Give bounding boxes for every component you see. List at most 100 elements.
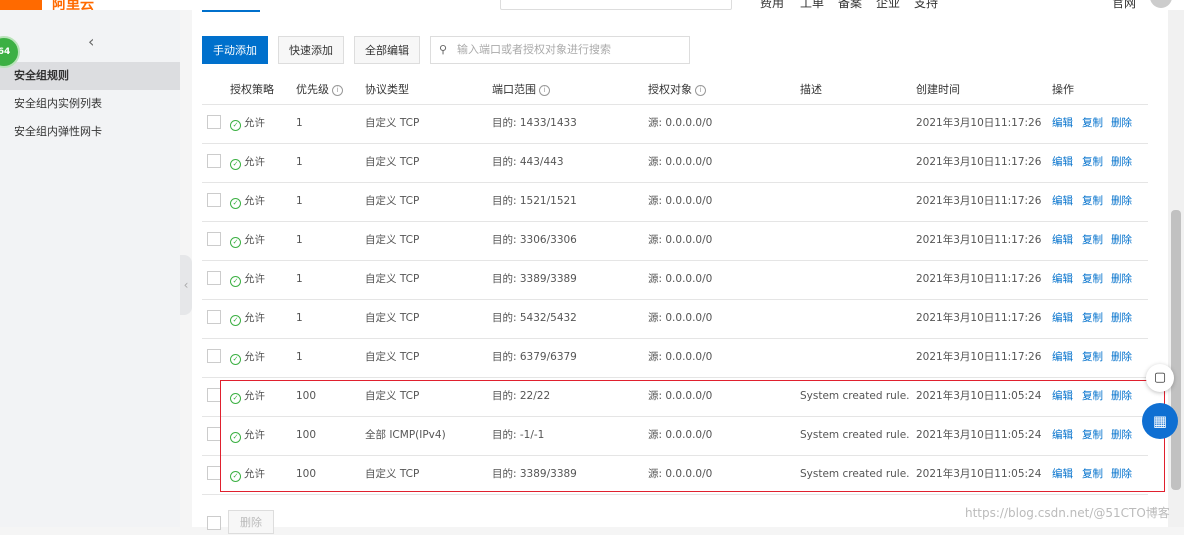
header-protocol: 协议类型 <box>365 83 409 96</box>
copy-link[interactable]: 复制 <box>1082 143 1103 182</box>
batch-delete-button[interactable]: 删除 <box>228 510 274 534</box>
header-auth-object: 授权对象 i <box>648 76 706 104</box>
info-icon[interactable]: i <box>539 85 550 96</box>
select-all-checkbox[interactable] <box>207 516 221 530</box>
copy-link[interactable]: 复制 <box>1082 338 1103 377</box>
sidebar-item-security-group-rules[interactable]: 安全组规则 <box>0 62 180 90</box>
nav-item[interactable]: 工单 <box>800 0 824 10</box>
sidebar-toggle-handle[interactable]: ‹ <box>180 255 192 315</box>
cell-port-range: 目的: -1/-1 <box>492 429 545 441</box>
cell-auth-object: 源: 0.0.0.0/0 <box>648 312 713 324</box>
cell-port-range: 目的: 443/443 <box>492 156 564 168</box>
search-placeholder: 输入端口或者授权对象进行搜索 <box>457 43 611 56</box>
delete-link[interactable]: 删除 <box>1111 221 1132 260</box>
cell-port-range: 目的: 22/22 <box>492 390 551 402</box>
table-row: ✓ 允许 1 自定义 TCP 目的: 443/443 源: 0.0.0.0/0 2021年3… <box>202 143 1148 183</box>
delete-link[interactable]: 删除 <box>1111 416 1132 455</box>
search-input[interactable]: ⚲ 输入端口或者授权对象进行搜索 <box>430 36 690 64</box>
row-checkbox[interactable] <box>207 427 221 441</box>
edit-link[interactable]: 编辑 <box>1052 260 1073 299</box>
policy-label: 允许 <box>244 351 265 363</box>
logo[interactable]: 阿里云 <box>52 0 94 10</box>
edit-link[interactable]: 编辑 <box>1052 338 1073 377</box>
info-icon[interactable]: i <box>695 85 706 96</box>
cell-policy: ✓ 允许 <box>230 338 265 377</box>
cell-port-range: 目的: 3306/3306 <box>492 234 577 246</box>
hamburger-icon[interactable] <box>0 0 42 10</box>
cell-priority: 1 <box>296 351 303 363</box>
cell-protocol: 自定义 TCP <box>365 195 420 207</box>
cell-policy: ✓ 允许 <box>230 260 265 299</box>
policy-label: 允许 <box>244 312 265 324</box>
check-circle-icon: ✓ <box>230 432 241 443</box>
sidebar-item-eni[interactable]: 安全组内弹性网卡 <box>0 118 180 146</box>
copy-link[interactable]: 复制 <box>1082 377 1103 416</box>
delete-link[interactable]: 删除 <box>1111 104 1132 143</box>
delete-link[interactable]: 删除 <box>1111 377 1132 416</box>
row-checkbox[interactable] <box>207 388 221 402</box>
avatar[interactable] <box>1150 0 1172 8</box>
global-search-input[interactable] <box>500 0 732 10</box>
edit-link[interactable]: 编辑 <box>1052 182 1073 221</box>
quick-add-button[interactable]: 快速添加 <box>278 36 344 64</box>
scrollbar-thumb[interactable] <box>1171 210 1181 490</box>
edit-link[interactable]: 编辑 <box>1052 377 1073 416</box>
scrollbar[interactable] <box>1168 10 1184 527</box>
cell-protocol: 自定义 TCP <box>365 312 420 324</box>
info-icon[interactable]: i <box>332 85 343 96</box>
edit-link[interactable]: 编辑 <box>1052 416 1073 455</box>
edit-link[interactable]: 编辑 <box>1052 455 1073 494</box>
edit-link[interactable]: 编辑 <box>1052 104 1073 143</box>
delete-link[interactable]: 删除 <box>1111 143 1132 182</box>
row-checkbox[interactable] <box>207 232 221 246</box>
nav-item[interactable]: 官网 <box>1112 0 1136 10</box>
copy-link[interactable]: 复制 <box>1082 416 1103 455</box>
cell-auth-object: 源: 0.0.0.0/0 <box>648 351 713 363</box>
cell-description: System created rule. <box>800 468 910 480</box>
nav-item[interactable]: 支持 <box>914 0 938 10</box>
edit-all-button[interactable]: 全部编辑 <box>354 36 420 64</box>
delete-link[interactable]: 删除 <box>1111 260 1132 299</box>
edit-link[interactable]: 编辑 <box>1052 221 1073 260</box>
apps-icon[interactable]: ▦ <box>1142 403 1178 439</box>
cell-priority: 100 <box>296 468 317 480</box>
header-priority-label: 优先级 <box>296 83 329 96</box>
row-checkbox[interactable] <box>207 193 221 207</box>
header-actions: 操作 <box>1052 83 1074 96</box>
row-checkbox[interactable] <box>207 310 221 324</box>
row-checkbox[interactable] <box>207 154 221 168</box>
manual-add-button[interactable]: 手动添加 <box>202 36 268 64</box>
row-checkbox[interactable] <box>207 466 221 480</box>
copy-link[interactable]: 复制 <box>1082 299 1103 338</box>
sidebar-item-instances[interactable]: 安全组内实例列表 <box>0 90 180 118</box>
nav-item[interactable]: 备案 <box>838 0 862 10</box>
copy-link[interactable]: 复制 <box>1082 455 1103 494</box>
delete-link[interactable]: 删除 <box>1111 299 1132 338</box>
nav-item[interactable]: 费用 <box>760 0 784 10</box>
nav-item[interactable]: 企业 <box>876 0 900 10</box>
cell-port-range: 目的: 1521/1521 <box>492 195 577 207</box>
copy-link[interactable]: 复制 <box>1082 260 1103 299</box>
check-circle-icon: ✓ <box>230 276 241 287</box>
delete-link[interactable]: 删除 <box>1111 182 1132 221</box>
cell-auth-object: 源: 0.0.0.0/0 <box>648 234 713 246</box>
edit-link[interactable]: 编辑 <box>1052 299 1073 338</box>
edit-link[interactable]: 编辑 <box>1052 143 1073 182</box>
row-checkbox[interactable] <box>207 115 221 129</box>
chevron-left-icon[interactable]: ‹ <box>88 32 94 51</box>
cell-protocol: 自定义 TCP <box>365 117 420 129</box>
cell-description: System created rule. <box>800 390 910 402</box>
copy-link[interactable]: 复制 <box>1082 182 1103 221</box>
table-row: ✓ 允许 1 自定义 TCP 目的: 3306/3306 源: 0.0.0.0/0 2021… <box>202 221 1148 261</box>
delete-link[interactable]: 删除 <box>1111 455 1132 494</box>
row-checkbox[interactable] <box>207 349 221 363</box>
chat-icon[interactable]: ▢ <box>1146 364 1174 392</box>
row-checkbox[interactable] <box>207 271 221 285</box>
copy-link[interactable]: 复制 <box>1082 221 1103 260</box>
table-row: ✓ 允许 100 自定义 TCP 目的: 22/22 源: 0.0.0.0/0 System… <box>202 377 1148 417</box>
copy-link[interactable]: 复制 <box>1082 104 1103 143</box>
cell-priority: 1 <box>296 312 303 324</box>
policy-label: 允许 <box>244 117 265 129</box>
cell-policy: ✓ 允许 <box>230 299 265 338</box>
delete-link[interactable]: 删除 <box>1111 338 1132 377</box>
